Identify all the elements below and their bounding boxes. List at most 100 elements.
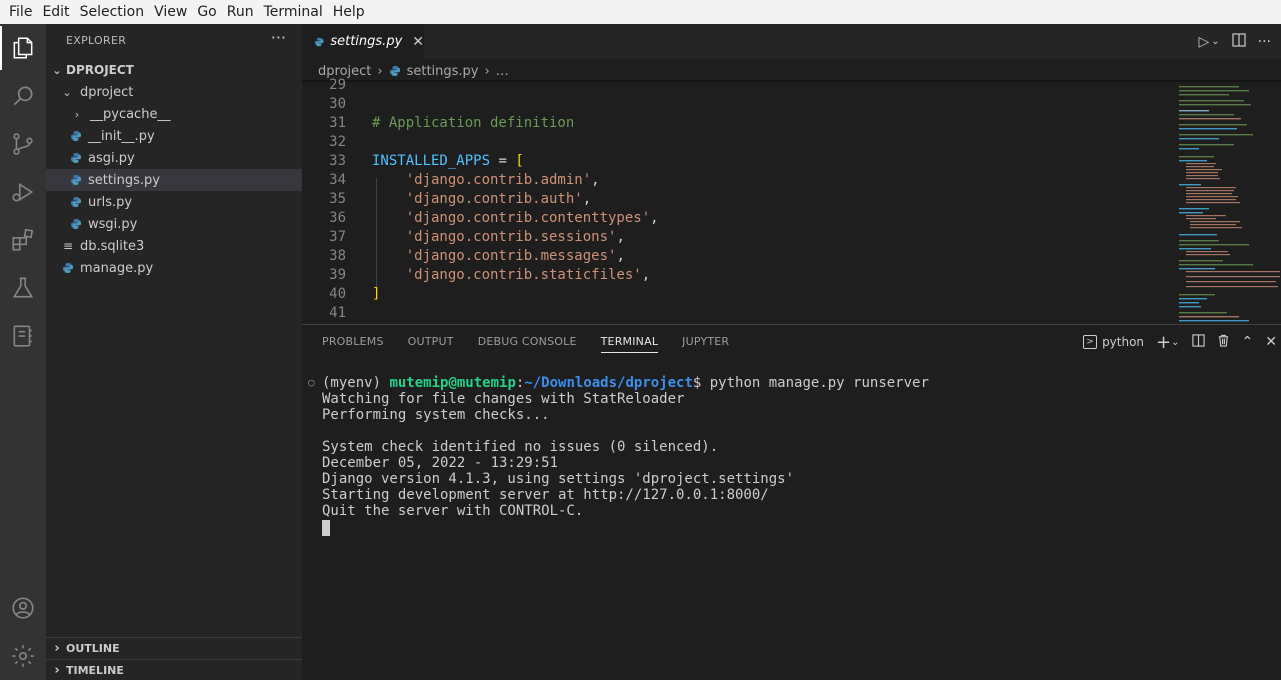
token-op [372, 172, 406, 188]
token-op: , [591, 172, 600, 188]
menu-view[interactable]: View [149, 0, 192, 24]
explorer-icon[interactable] [7, 32, 39, 64]
tree-item-db[interactable]: ≡ db.sqlite3 [46, 235, 302, 257]
terminal-line: System check identified no issues (0 sil… [322, 439, 719, 455]
code-editor[interactable]: 29 30 31 # Application definition 32 33 INSTAL… [302, 77, 1172, 324]
tree-item-settings[interactable]: settings.py [46, 169, 302, 191]
add-terminal-icon[interactable]: + [1156, 332, 1171, 353]
token-str: 'django.contrib.sessions' [405, 229, 617, 245]
chevron-right-icon: › [74, 107, 80, 121]
line-number: 40 [329, 286, 346, 302]
more-actions-icon[interactable]: ··· [271, 28, 286, 47]
tree-item-urls[interactable]: urls.py [46, 191, 302, 213]
menu-go[interactable]: Go [192, 0, 221, 24]
timeline-section[interactable]: › TIMELINE [46, 659, 302, 680]
tab-terminal[interactable]: TERMINAL [600, 325, 659, 359]
run-icon[interactable]: ▷ [1198, 34, 1209, 50]
token-str: 'django.contrib.contenttypes' [405, 210, 651, 226]
tab-output[interactable]: OUTPUT [408, 325, 454, 359]
line-number: 37 [329, 229, 346, 245]
tab-debug-console[interactable]: DEBUG CONSOLE [478, 325, 577, 359]
line-source: 'django.contrib.admin', [372, 171, 600, 190]
token-var: INSTALLED_APPS [372, 153, 491, 169]
menu-help[interactable]: Help [328, 0, 370, 24]
token-op: , [582, 191, 592, 207]
tree-item-init[interactable]: __init__.py [46, 125, 302, 147]
code-line: 29 [302, 76, 1172, 95]
python-file-icon [314, 37, 324, 46]
token-op: , [650, 210, 659, 226]
extensions-icon[interactable] [7, 224, 39, 256]
testing-icon[interactable] [7, 272, 39, 304]
token-op [372, 191, 406, 207]
terminal-icon: > [1083, 335, 1098, 349]
outline-section[interactable]: › OUTLINE [46, 637, 302, 659]
python-file-icon [71, 131, 81, 141]
explorer-sidebar: EXPLORER ··· ⌄ DPROJECT ⌄ dproject › __p… [46, 24, 302, 680]
timeline-label: TIMELINE [66, 664, 124, 677]
tree-item-label: wsgi.py [88, 216, 138, 232]
menu-edit[interactable]: Edit [37, 0, 74, 24]
token-op [372, 210, 406, 226]
tab-problems[interactable]: PROBLEMS [322, 325, 384, 359]
token-str: 'django.contrib.admin' [405, 172, 592, 188]
python-file-icon [63, 263, 73, 273]
search-icon[interactable] [7, 80, 39, 112]
python-file-icon [71, 219, 81, 229]
chevron-down-icon[interactable]: ⌄ [1211, 36, 1219, 47]
split-terminal-icon[interactable] [1191, 333, 1205, 351]
line-source: 'django.contrib.auth', [372, 190, 591, 209]
menu-file[interactable]: File [4, 0, 37, 24]
terminal-name: python [1102, 335, 1145, 349]
python-file-icon [71, 175, 81, 185]
line-source: 'django.contrib.messages', [372, 247, 625, 266]
tree-item-wsgi[interactable]: wsgi.py [46, 213, 302, 235]
tree-item-label: dproject [80, 84, 134, 100]
split-editor-icon[interactable] [1232, 32, 1246, 51]
token-bracket: ] [372, 286, 381, 302]
explorer-title: EXPLORER [66, 34, 127, 47]
source-control-icon[interactable] [7, 128, 39, 160]
menu-run[interactable]: Run [222, 0, 259, 24]
account-icon[interactable] [7, 592, 39, 624]
trash-icon[interactable] [1217, 334, 1230, 351]
project-root[interactable]: ⌄ DPROJECT [46, 59, 302, 81]
tree-item-pycache[interactable]: › __pycache__ [46, 103, 302, 125]
run-debug-icon[interactable] [7, 176, 39, 208]
close-icon[interactable]: ✕ [1265, 334, 1277, 350]
python-file-icon [71, 153, 81, 163]
tree-item-dproject[interactable]: ⌄ dproject [46, 81, 302, 103]
tree-item-label: __init__.py [88, 128, 155, 144]
project-root-label: DPROJECT [66, 63, 134, 77]
menu-selection[interactable]: Selection [75, 0, 150, 24]
command-decoration-icon: ○ [308, 376, 315, 389]
terminal-line: Performing system checks... [322, 407, 550, 423]
minimap-preview [1179, 86, 1280, 322]
line-source: 'django.contrib.contenttypes', [372, 209, 659, 228]
code-line: 34 'django.contrib.admin', [302, 171, 1172, 190]
tab-jupyter[interactable]: JUPYTER [682, 325, 729, 359]
token-op: , [641, 267, 651, 283]
more-actions-icon[interactable]: ··· [1258, 34, 1271, 50]
tree-item-label: __pycache__ [90, 106, 171, 122]
tree-item-label: settings.py [88, 172, 160, 188]
tab-bar: settings.py ✕ ▷ ⌄ ··· [302, 24, 1281, 59]
line-source: INSTALLED_APPS = [ [372, 152, 524, 171]
close-icon[interactable]: ✕ [412, 34, 424, 50]
notebook-icon[interactable] [7, 320, 39, 352]
chevron-up-icon[interactable]: ⌃ [1242, 334, 1254, 350]
gear-icon[interactable] [7, 640, 39, 672]
minimap[interactable] [1176, 82, 1281, 324]
menu-bar: File Edit Selection View Go Run Terminal… [0, 0, 1281, 24]
code-line: 38 'django.contrib.messages', [302, 247, 1172, 266]
tree-item-manage[interactable]: manage.py [46, 257, 302, 279]
terminal-selector[interactable]: > python [1083, 335, 1144, 349]
tab-settings[interactable]: settings.py ✕ [302, 24, 424, 59]
menu-terminal[interactable]: Terminal [259, 0, 328, 24]
tree-item-asgi[interactable]: asgi.py [46, 147, 302, 169]
chevron-down-icon[interactable]: ⌄ [1171, 337, 1179, 348]
prompt-path: ~/Downloads/dproject [524, 375, 693, 391]
terminal-line: Django version 4.1.3, using settings 'dp… [322, 471, 795, 487]
line-number: 34 [329, 172, 346, 188]
prompt-symbol: $ [692, 375, 710, 391]
